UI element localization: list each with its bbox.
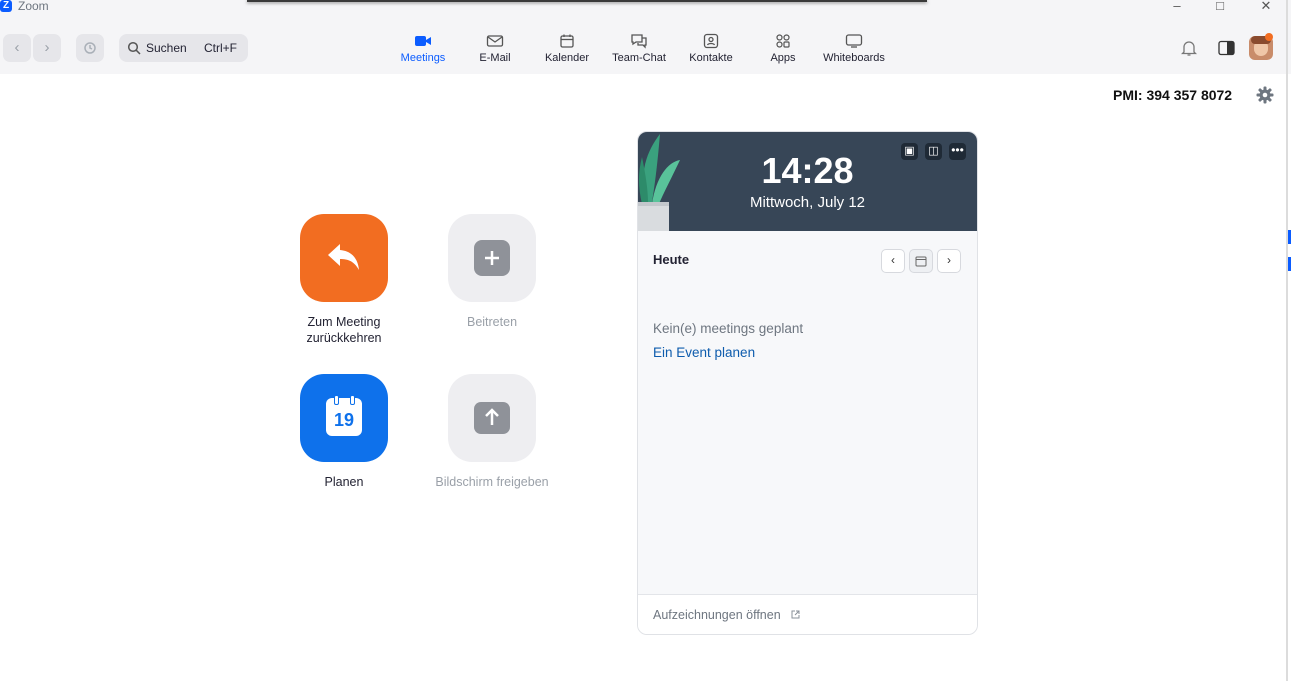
tab-apps[interactable]: Apps (764, 32, 802, 72)
calendar-picker-button[interactable] (909, 249, 933, 273)
minimize-icon[interactable]: – (1167, 0, 1187, 14)
join-button[interactable] (448, 214, 536, 302)
bell-icon[interactable] (1181, 40, 1197, 57)
clock-date: Mittwoch, July 12 (749, 194, 866, 211)
search-label: Suchen (146, 41, 187, 55)
whiteboard-icon (845, 34, 863, 48)
tab-label: Kalender (544, 52, 590, 64)
join-label: Beitreten (466, 315, 518, 329)
window-edge (1286, 0, 1288, 681)
tab-email[interactable]: E-Mail (473, 32, 517, 72)
forward-button[interactable]: › (33, 34, 61, 62)
history-button[interactable] (76, 34, 104, 62)
tab-whiteboards[interactable]: Whiteboards (818, 32, 890, 72)
return-to-meeting-button[interactable] (300, 214, 388, 302)
chat-bubbles-icon (631, 34, 647, 49)
history-icon (84, 42, 96, 54)
more-options-icon[interactable]: ••• (949, 143, 966, 160)
external-link-icon (791, 610, 800, 619)
side-panel-icon[interactable] (1218, 40, 1235, 56)
previous-day-button[interactable]: ‹ (881, 249, 905, 273)
notification-dot (1265, 33, 1273, 41)
clock-header: 14:28 Mittwoch, July 12 ▣ ◫ ••• (638, 132, 977, 231)
tab-meetings[interactable]: Meetings (397, 32, 449, 72)
layout-toggle-icon[interactable]: ◫ (925, 143, 942, 160)
maximize-icon[interactable]: □ (1210, 0, 1230, 14)
zoom-logo-icon: Z (0, 0, 12, 12)
tab-kontakte[interactable]: Kontakte (686, 32, 736, 72)
tab-label: Kontakte (689, 52, 733, 64)
tab-kalender[interactable]: Kalender (541, 32, 593, 72)
schedule-label: Planen (324, 475, 364, 489)
reply-arrow-icon (328, 244, 359, 270)
tab-team-chat[interactable]: Team-Chat (610, 32, 668, 72)
today-heading: Heute (653, 252, 690, 267)
title-bar: Z Zoom – □ ✕ (0, 0, 1291, 16)
next-day-button[interactable]: › (937, 249, 961, 273)
card-footer: Aufzeichnungen öffnen (638, 595, 977, 634)
envelope-icon (486, 35, 504, 47)
share-screen-button[interactable] (448, 374, 536, 462)
calendar-icon (915, 256, 927, 267)
gear-icon[interactable] (1256, 86, 1274, 104)
back-button[interactable]: ‹ (3, 34, 31, 62)
open-recordings-link[interactable]: Aufzeichnungen öffnen (653, 608, 781, 622)
search-icon (127, 41, 141, 55)
calendar-day-number: 19 (333, 410, 355, 430)
schedule-event-link[interactable]: Ein Event planen (653, 345, 755, 360)
share-screen-label: Bildschirm freigeben (435, 475, 549, 489)
search-box[interactable]: Suchen Ctrl+F (119, 34, 248, 62)
tab-label: Whiteboards (823, 52, 885, 64)
plus-icon (474, 240, 510, 276)
apps-grid-icon (776, 34, 790, 48)
calendar-icon (560, 34, 574, 48)
pmi-label: PMI: 394 357 8072 (1113, 87, 1233, 103)
window-title: Zoom (18, 0, 49, 13)
video-camera-icon (415, 36, 431, 46)
tab-label: Meetings (400, 52, 446, 64)
calendar-day-icon: 19 (326, 395, 362, 436)
tab-label: Apps (770, 52, 796, 64)
close-icon[interactable]: ✕ (1256, 0, 1276, 14)
no-meetings-text: Kein(e) meetings geplant (653, 321, 804, 336)
upload-arrow-icon (474, 402, 510, 434)
tab-label: E-Mail (479, 52, 511, 64)
tab-label: Team-Chat (612, 52, 666, 64)
calendar-card: 14:28 Mittwoch, July 12 ▣ ◫ ••• Heute ‹ … (637, 131, 978, 635)
schedule-button[interactable]: 19 (300, 374, 388, 462)
search-shortcut: Ctrl+F (204, 41, 237, 55)
wallpaper-icon[interactable]: ▣ (901, 143, 918, 160)
return-to-meeting-label: Zum Meeting zurückkehren (306, 315, 382, 345)
contact-card-icon (703, 33, 719, 49)
overlay-window-edge (247, 0, 927, 2)
